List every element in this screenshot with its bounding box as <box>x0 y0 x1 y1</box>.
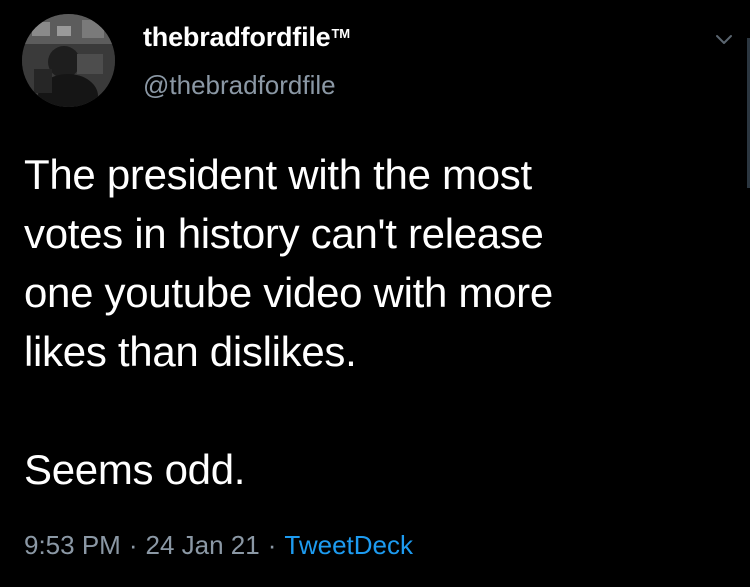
tweet-card: thebradfordfileTM @thebradfordfile The p… <box>0 0 750 587</box>
tweet-text-closing: Seems odd. <box>24 446 246 493</box>
tweet-text-line: likes than dislikes. <box>24 328 357 375</box>
tweet-date[interactable]: 24 Jan 21 <box>146 530 260 560</box>
avatar[interactable] <box>22 14 115 107</box>
tweet-source-link[interactable]: TweetDeck <box>284 530 413 560</box>
display-name[interactable]: thebradfordfileTM <box>143 22 350 53</box>
tweet-time[interactable]: 9:53 PM <box>24 530 121 560</box>
tweet-text-line: The president with the most <box>24 151 532 198</box>
user-handle[interactable]: @thebradfordfile <box>143 70 336 101</box>
tweet-text: The president with the most votes in his… <box>24 145 724 499</box>
tweet-text-line: one youtube video with more <box>24 269 553 316</box>
display-name-text: thebradfordfile <box>143 22 331 52</box>
tweet-menu-button[interactable] <box>712 27 736 51</box>
tweet-text-line: votes in history can't release <box>24 210 544 257</box>
trademark-mark: TM <box>331 26 351 41</box>
tweet-meta: 9:53 PM · 24 Jan 21 · TweetDeck <box>24 530 413 561</box>
profile-photo-icon <box>22 14 115 107</box>
meta-separator: · <box>267 530 277 560</box>
meta-separator: · <box>128 530 138 560</box>
chevron-down-icon <box>716 35 732 44</box>
